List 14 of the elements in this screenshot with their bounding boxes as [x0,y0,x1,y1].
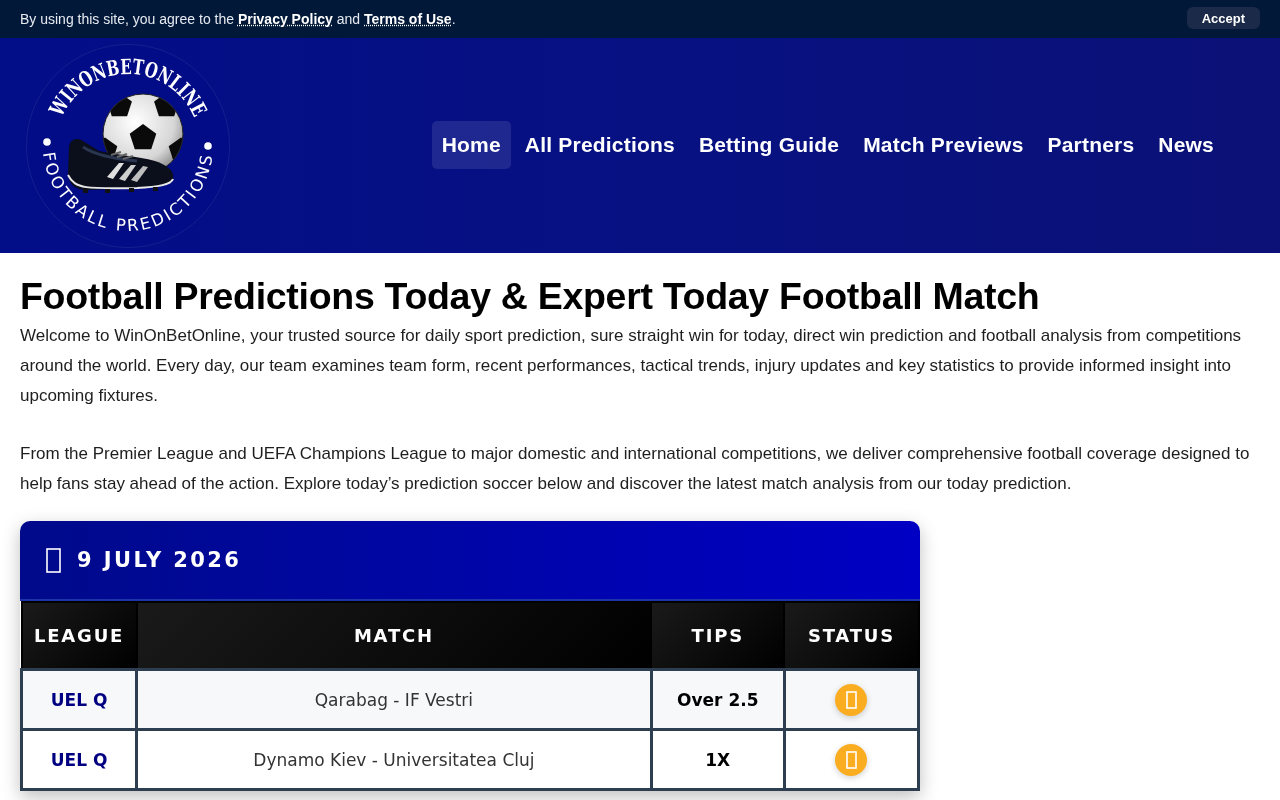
nav-link[interactable]: News [1148,120,1224,169]
accept-button[interactable]: Accept [1186,7,1260,29]
nav-link[interactable]: Home [431,120,511,169]
nav-link[interactable]: Match Previews [853,120,1034,169]
cookie-notice: By using this site, you agree to the Privacy Policy and Terms of Use. [20,11,456,27]
nav-link[interactable]: Betting Guide [688,120,850,169]
notice-link[interactable]: Terms of Use [364,11,452,27]
nav-link[interactable]: All Predictions [514,120,685,169]
nav-link[interactable]: Partners [1037,120,1145,169]
page-title: Football Predictions Today & Expert Today Football Match [20,274,1041,319]
intro-paragraph: Welcome to WinOnBetOnline, your trusted source for daily sport prediction, sure straight win for today, direct win prediction and football analysis from competitions around the world. Every day, our team examines team form, recent performances, tactical trends, injury updates and key statistics to provide informed insight into upcoming fixtures. [20,325,1243,407]
date-title: 9 JULY 2026 [77,548,242,572]
intro-paragraph: From the Premier League and UEFA Champions League to major domestic and international competitions, we deliver comprehensive football coverage designed to help fans stay ahead of the action. Explore today’s prediction soccer below and discover the latest match analysis from our today prediction. [20,443,1251,495]
notice-link[interactable]: Privacy Policy [237,11,333,27]
